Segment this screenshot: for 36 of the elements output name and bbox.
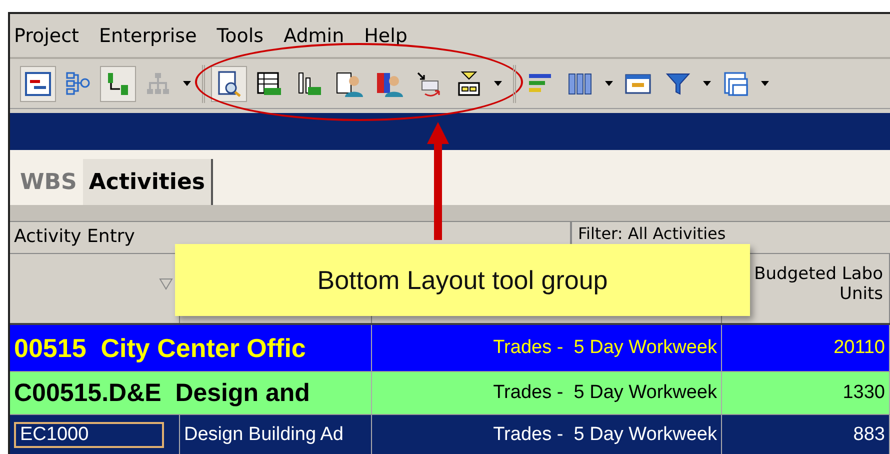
- arrow-box-icon: [415, 70, 443, 98]
- menu-item[interactable]: Help: [364, 24, 408, 47]
- caret-icon: [494, 81, 502, 86]
- table-cell: 00515 City Center Offic: [10, 325, 372, 371]
- person-icon: [335, 70, 363, 98]
- callout-tooltip: Bottom Layout tool group: [175, 244, 750, 316]
- filter-box-icon: [455, 70, 483, 98]
- table-cell: Design Building Ad: [180, 415, 372, 454]
- table-row[interactable]: 00515 City Center Offic Trades - 5 Day Workweek 20110: [10, 325, 890, 372]
- caret-icon: [761, 81, 769, 86]
- caret-icon: [183, 81, 191, 86]
- tree-icon: [64, 70, 92, 98]
- gantt-chart-icon: [24, 70, 52, 98]
- caret-icon: [605, 81, 613, 86]
- menu-item[interactable]: Admin: [284, 24, 344, 47]
- table-cell: Trades - 5 Day Workweek: [372, 372, 722, 414]
- table-cell[interactable]: EC1000: [14, 422, 164, 448]
- layers-icon: [722, 70, 750, 98]
- toolbar-button[interactable]: [211, 66, 247, 102]
- table-cell: C00515.D&E Design and: [10, 372, 372, 414]
- toolbar-button[interactable]: [20, 66, 56, 102]
- caret-icon: [703, 81, 711, 86]
- table-row[interactable]: EC1000 Design Building Ad Trades - 5 Day Workweek 883: [10, 415, 890, 454]
- table-icon: [255, 70, 283, 98]
- table-cell: Trades - 5 Day Workweek: [372, 325, 722, 371]
- table-cell: Trades - 5 Day Workweek: [372, 415, 722, 454]
- menu-item[interactable]: Project: [14, 24, 80, 47]
- table-row[interactable]: C00515.D&E Design and Trades - 5 Day Workweek 1330: [10, 372, 890, 415]
- menu-item[interactable]: Enterprise: [99, 24, 197, 47]
- table-cell: 1330: [722, 372, 890, 414]
- tab[interactable]: Activities: [82, 159, 213, 206]
- column-label: Budgeted Labo Units: [754, 264, 883, 304]
- table-cell: 20110: [722, 325, 890, 371]
- menu-item[interactable]: Tools: [216, 24, 264, 47]
- table-cell: 883: [722, 415, 890, 454]
- document-icon: [215, 70, 243, 98]
